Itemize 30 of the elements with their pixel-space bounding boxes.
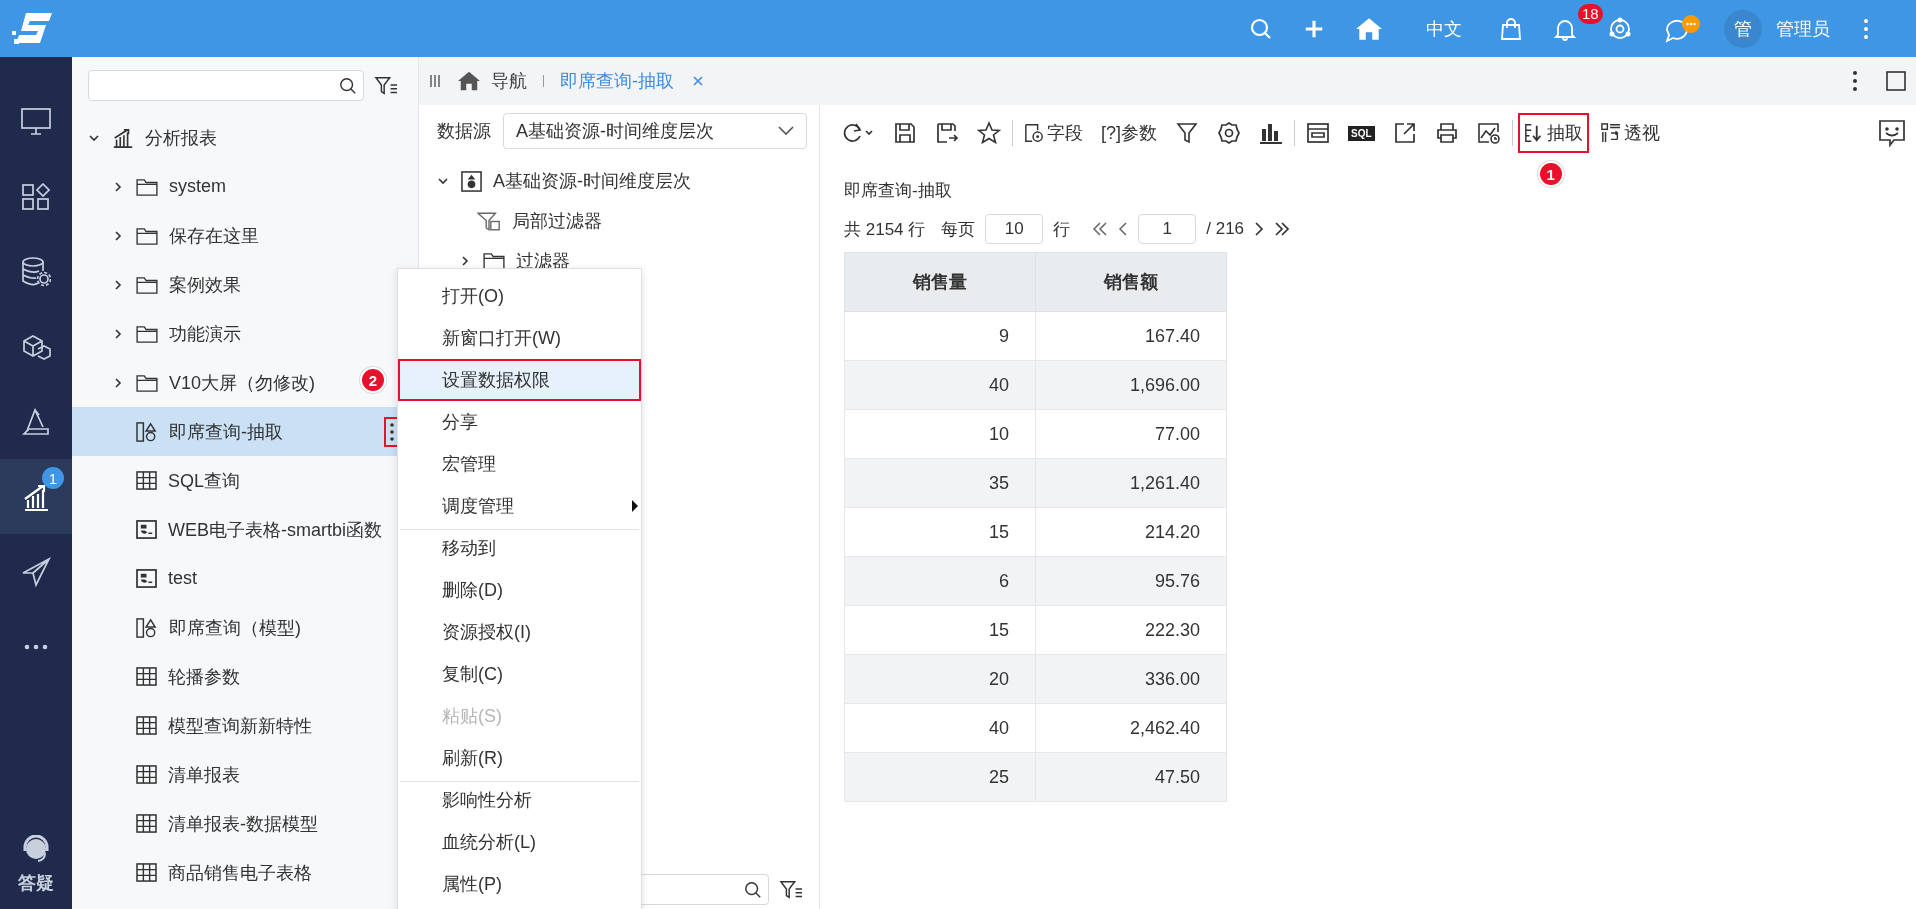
page-count: / 216 [1206, 219, 1245, 239]
total-rows: 共 2154 行 [844, 217, 926, 241]
rows-unit: 行 [1053, 218, 1071, 241]
table-cell: 25 [844, 752, 1036, 802]
step-badge: 2 [360, 367, 386, 393]
table-cell: 95.76 [1035, 556, 1227, 606]
table-cell: 167.40 [1035, 311, 1227, 361]
table-cell: 2,462.40 [1035, 703, 1227, 753]
table-cell: 336.00 [1035, 654, 1227, 704]
report-title: 即席查询-抽取 [844, 180, 952, 202]
per-page-label: 每页 [941, 218, 976, 241]
table-cell: 15 [844, 507, 1036, 557]
count-badge: 1 [42, 467, 64, 489]
table-cell: 77.00 [1035, 409, 1227, 459]
table-cell: 40 [844, 703, 1036, 753]
table-cell: 1,261.40 [1035, 458, 1227, 508]
table-cell: 6 [844, 556, 1036, 606]
table-cell: 10 [844, 409, 1036, 459]
table-cell: 214.20 [1035, 507, 1227, 557]
table-cell: 222.30 [1035, 605, 1227, 655]
step-badge: 1 [1537, 161, 1564, 187]
table-cell: 15 [844, 605, 1036, 655]
table-cell: 1,696.00 [1035, 360, 1227, 410]
table-cell: 47.50 [1035, 752, 1227, 802]
table-cell: 35 [844, 458, 1036, 508]
data-source-label: 数据源 [437, 120, 491, 143]
table-cell: 20 [844, 654, 1036, 704]
notification-badge: 18 [1578, 3, 1603, 24]
table-cell: 40 [844, 360, 1036, 410]
table-cell: 9 [844, 311, 1036, 361]
